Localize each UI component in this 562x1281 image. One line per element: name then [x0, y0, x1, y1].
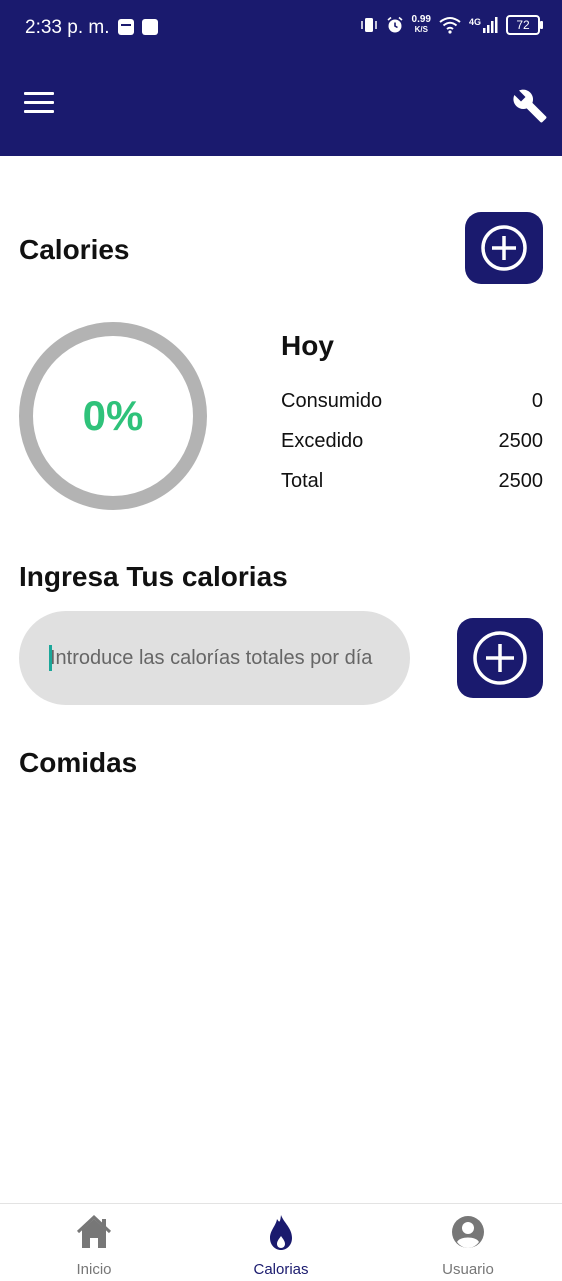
alarm-icon	[387, 16, 403, 33]
meals-title: Comidas	[19, 747, 138, 778]
battery-level: 72	[516, 18, 530, 32]
today-title: Hoy	[281, 330, 334, 361]
stat-value: 2500	[498, 430, 544, 452]
status-time: 2:33 p. m.	[25, 17, 110, 38]
nav-item-usuario[interactable]: Usuario	[408, 1212, 528, 1278]
home-icon	[76, 1214, 112, 1248]
status-right-icons: 0.99 K/S 4G 72	[360, 15, 543, 35]
stat-row-exceeded: Excedido 2500	[281, 430, 543, 453]
input-section-title: Ingresa Tus calorias	[19, 561, 288, 592]
wifi-icon	[439, 17, 461, 34]
vibrate-icon	[360, 18, 377, 32]
submit-calories-button[interactable]	[457, 618, 543, 698]
stat-value: 2500	[498, 470, 544, 492]
signal-icon	[483, 17, 498, 33]
net-speed-indicator: 0.99 K/S	[412, 15, 431, 35]
calories-input[interactable]	[19, 611, 410, 705]
stat-label: Total	[281, 470, 324, 492]
network-type-label: 4G	[468, 17, 481, 27]
add-calories-button[interactable]	[465, 212, 543, 284]
bottom-navigation: Inicio Calorias Usuario	[0, 1203, 562, 1281]
status-notification-icons	[118, 19, 158, 35]
user-circle-icon	[452, 1216, 484, 1248]
signal-strength: 4G	[469, 17, 498, 33]
net-speed-unit: K/S	[414, 25, 428, 34]
hamburger-menu-icon	[24, 92, 54, 95]
stat-value: 0	[531, 390, 543, 412]
nav-label: Inicio	[76, 1261, 112, 1278]
menu-button[interactable]	[24, 92, 56, 120]
hamburger-menu-icon-line	[24, 101, 54, 104]
plus-circle-icon	[481, 225, 527, 271]
nav-item-calorias[interactable]: Calorias	[221, 1212, 341, 1278]
stat-label: Excedido	[281, 430, 364, 452]
battery-indicator: 72	[506, 15, 543, 35]
stat-row-consumed: Consumido 0	[281, 390, 543, 413]
nav-label: Usuario	[442, 1261, 494, 1278]
flame-icon	[270, 1215, 292, 1250]
nav-item-inicio[interactable]: Inicio	[34, 1212, 154, 1278]
plus-circle-icon	[473, 631, 527, 685]
app-notification-icon	[142, 19, 158, 35]
hamburger-menu-icon-line	[24, 110, 54, 113]
calorie-progress-percent: 0%	[82, 392, 144, 439]
wrench-icon[interactable]	[512, 88, 548, 124]
calories-title: Calories	[19, 234, 130, 265]
app-header: 2:33 p. m. 0.99 K/S 4G 72	[0, 0, 562, 156]
net-speed-value: 0.99	[411, 14, 431, 25]
stat-row-total: Total 2500	[281, 470, 543, 493]
mail-notification-icon	[118, 19, 134, 35]
nav-label: Calorias	[253, 1261, 309, 1278]
stat-label: Consumido	[281, 390, 383, 412]
text-cursor	[49, 645, 52, 671]
